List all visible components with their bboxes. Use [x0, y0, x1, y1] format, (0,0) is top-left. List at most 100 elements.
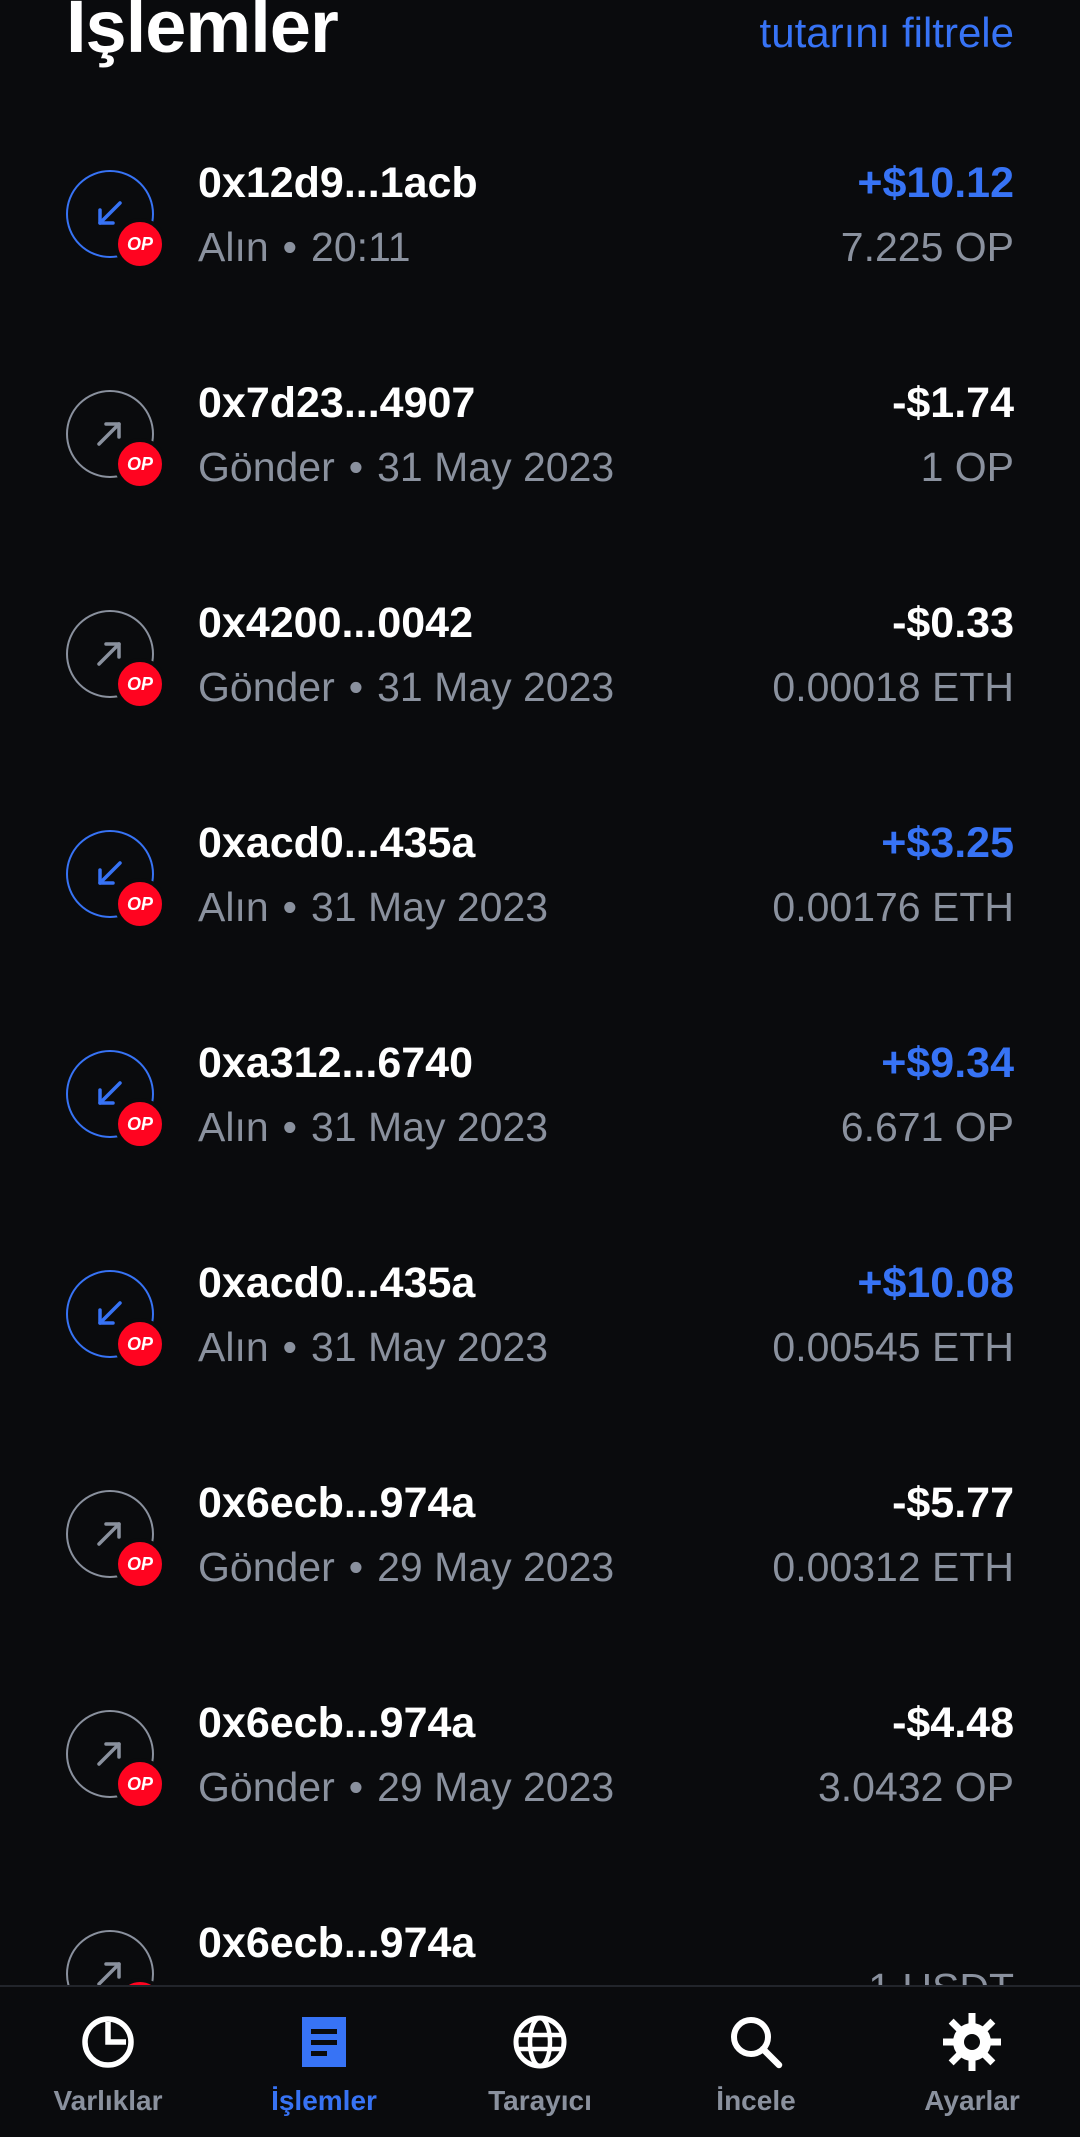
- filter-amount-link[interactable]: tutarını filtrele: [760, 12, 1014, 54]
- tab-settings[interactable]: Ayarlar: [864, 1987, 1080, 2137]
- transaction-meta: Gönder • 29 May 2023: [198, 1547, 614, 1588]
- transaction-address: 0x4200...0042: [198, 599, 473, 647]
- transaction-row[interactable]: OP 0x6ecb...974a Gönder • 29 May 2023 -$4.48 3…: [0, 1650, 1080, 1870]
- transaction-address: 0x12d9...1acb: [198, 159, 478, 207]
- transaction-meta: Alın • 20:11: [198, 227, 411, 268]
- header: İşlemler tutarını filtrele: [0, 0, 1080, 110]
- transaction-address: 0xacd0...435a: [198, 819, 476, 867]
- optimism-badge-icon: OP: [114, 438, 166, 490]
- transaction-address: 0x6ecb...974a: [198, 1699, 476, 1747]
- transaction-usd-amount: -$5.77: [892, 1479, 1014, 1527]
- separator-dot: •: [282, 884, 298, 930]
- transaction-meta: Gönder • 31 May 2023: [198, 667, 614, 708]
- transaction-usd-amount: +$9.34: [881, 1039, 1014, 1087]
- transaction-date: 29 May 2023: [377, 1764, 615, 1810]
- tab-label: Tarayıcı: [488, 2085, 592, 2116]
- transaction-type: Gönder: [198, 1764, 335, 1810]
- transaction-address: 0x7d23...4907: [198, 379, 476, 427]
- transaction-list[interactable]: OP 0x12d9...1acb Alın • 20:11 +$10.12 7.225 OP…: [0, 110, 1080, 1985]
- transaction-usd-amount: +$3.25: [881, 819, 1014, 867]
- tab-label: İncele: [716, 2085, 796, 2116]
- separator-dot: •: [348, 444, 364, 490]
- transaction-usd-amount: -$0.33: [892, 599, 1014, 647]
- transaction-crypto-amount: 3.0432 OP: [817, 1764, 1014, 1810]
- transaction-usd-amount: -$4.48: [892, 1699, 1014, 1747]
- optimism-badge-icon: OP: [114, 1318, 166, 1370]
- transaction-icon: OP: [66, 1270, 166, 1370]
- transaction-crypto-amount: 0.00312 ETH: [772, 1544, 1014, 1590]
- transaction-row[interactable]: OP 0xa312...6740 Alın • 31 May 2023 +$9.34 6.6…: [0, 990, 1080, 1210]
- transaction-date: 31 May 2023: [311, 1104, 549, 1150]
- separator-dot: •: [348, 1544, 364, 1590]
- tab-label: Varlıklar: [53, 2085, 163, 2116]
- optimism-badge-icon: OP: [114, 1098, 166, 1150]
- separator-dot: •: [282, 1324, 298, 1370]
- transaction-date: 31 May 2023: [311, 884, 549, 930]
- separator-dot: •: [282, 1104, 298, 1150]
- transaction-usd-amount: +$10.12: [857, 159, 1014, 207]
- transaction-crypto-amount: 7.225 OP: [840, 224, 1014, 270]
- transaction-type: Alın: [198, 1324, 269, 1370]
- transaction-address: 0x6ecb...974a: [198, 1479, 476, 1527]
- page-title: İşlemler: [66, 0, 339, 68]
- transaction-row[interactable]: OP 0x4200...0042 Gönder • 31 May 2023 -$0.33 0…: [0, 550, 1080, 770]
- pie-chart-icon: [82, 2016, 134, 2068]
- transaction-meta: Alın • 31 May 2023: [198, 887, 548, 928]
- transaction-meta: Alın • 31 May 2023: [198, 1327, 548, 1368]
- search-icon: [731, 2017, 783, 2069]
- transaction-icon: OP: [66, 1490, 166, 1590]
- transaction-date: 31 May 2023: [377, 664, 615, 710]
- transaction-date: 31 May 2023: [377, 444, 615, 490]
- transaction-crypto-amount: 0.00018 ETH: [772, 664, 1014, 710]
- tab-explore[interactable]: İncele: [648, 1987, 864, 2137]
- transaction-icon: OP: [66, 1930, 166, 1985]
- transaction-date: 20:11: [311, 224, 411, 270]
- transaction-type: Gönder: [198, 664, 335, 710]
- separator-dot: •: [348, 1764, 364, 1810]
- transaction-crypto-amount: 0.00176 ETH: [772, 884, 1014, 930]
- transaction-row[interactable]: OP 0x6ecb...974a 1 USDT: [0, 1870, 1080, 1985]
- transaction-meta: Gönder • 31 May 2023: [198, 447, 614, 488]
- separator-dot: •: [348, 664, 364, 710]
- transaction-icon: OP: [66, 390, 166, 490]
- transaction-row[interactable]: OP 0xacd0...435a Alın • 31 May 2023 +$10.08 0.…: [0, 1210, 1080, 1430]
- tab-browser[interactable]: Tarayıcı: [432, 1987, 648, 2137]
- transaction-icon: OP: [66, 1050, 166, 1150]
- transaction-crypto-amount: 1 USDT: [868, 1968, 1014, 1986]
- gear-icon: [943, 2013, 1001, 2071]
- tab-assets[interactable]: Varlıklar: [0, 1987, 216, 2137]
- transaction-date: 31 May 2023: [311, 1324, 549, 1370]
- optimism-badge-icon: OP: [114, 878, 166, 930]
- transaction-type: Alın: [198, 1104, 269, 1150]
- transaction-type: Alın: [198, 884, 269, 930]
- optimism-badge-icon: OP: [114, 1758, 166, 1810]
- transaction-usd-amount: -$1.74: [892, 379, 1014, 427]
- transaction-icon: OP: [66, 830, 166, 930]
- transaction-crypto-amount: 0.00545 ETH: [772, 1324, 1014, 1370]
- bottom-tab-bar: Varlıklar İşlemler Tarayıcı İncele Ayarl…: [0, 1985, 1080, 2137]
- document-icon: [302, 2017, 346, 2067]
- transaction-meta: Gönder • 29 May 2023: [198, 1767, 614, 1808]
- transaction-type: Gönder: [198, 1544, 335, 1590]
- optimism-badge-icon: OP: [114, 658, 166, 710]
- optimism-badge-icon: OP: [114, 1538, 166, 1590]
- tab-transactions[interactable]: İşlemler: [216, 1987, 432, 2137]
- transaction-row[interactable]: OP 0x6ecb...974a Gönder • 29 May 2023 -$5.77 0…: [0, 1430, 1080, 1650]
- transaction-date: 29 May 2023: [377, 1544, 615, 1590]
- separator-dot: •: [282, 224, 298, 270]
- transaction-meta: Alın • 31 May 2023: [198, 1107, 548, 1148]
- transaction-row[interactable]: OP 0x7d23...4907 Gönder • 31 May 2023 -$1.74 1…: [0, 330, 1080, 550]
- optimism-badge-icon: OP: [114, 218, 166, 270]
- tab-label: İşlemler: [271, 2085, 377, 2116]
- transaction-icon: OP: [66, 170, 166, 270]
- transaction-icon: OP: [66, 610, 166, 710]
- transaction-row[interactable]: OP 0x12d9...1acb Alın • 20:11 +$10.12 7.225 OP: [0, 110, 1080, 330]
- arrow-up-right-icon: [66, 1930, 154, 1985]
- transaction-row[interactable]: OP 0xacd0...435a Alın • 31 May 2023 +$3.25 0.0…: [0, 770, 1080, 990]
- transaction-address: 0x6ecb...974a: [198, 1919, 476, 1967]
- transaction-type: Gönder: [198, 444, 335, 490]
- transaction-address: 0xacd0...435a: [198, 1259, 476, 1307]
- transaction-crypto-amount: 1 OP: [920, 444, 1014, 490]
- tab-label: Ayarlar: [924, 2085, 1020, 2116]
- transaction-crypto-amount: 6.671 OP: [840, 1104, 1014, 1150]
